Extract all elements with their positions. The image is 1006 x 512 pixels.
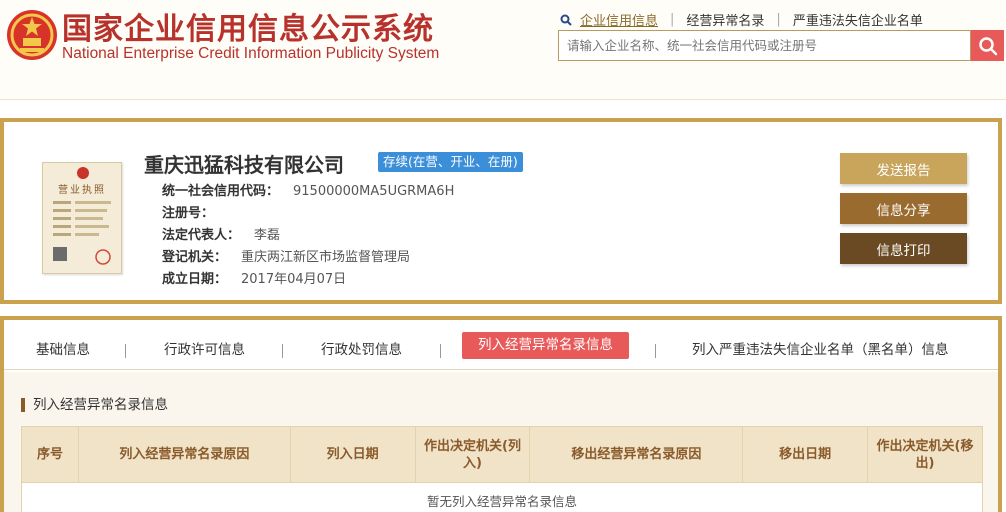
top-nav: 企业信用信息 | 经营异常名录 | 严重违法失信企业名单 xyxy=(560,10,923,29)
column-header: 移出日期 xyxy=(742,426,869,483)
table-header-row: 序号 列入经营异常名录原因 列入日期 作出决定机关(列入) 移出经营异常名录原因… xyxy=(21,426,983,483)
search-button[interactable] xyxy=(971,30,1004,61)
tab-content: 列入经营异常名录信息 序号 列入经营异常名录原因 列入日期 作出决定机关(列入)… xyxy=(4,372,998,512)
tab-serious-violation[interactable]: 列入严重违法失信企业名单（黑名单）信息 xyxy=(692,338,949,358)
establishment-date-row: 成立日期： 2017年04月07日 xyxy=(162,268,346,287)
tab-admin-license[interactable]: 行政许可信息 xyxy=(164,338,245,358)
nav-enterprise-credit[interactable]: 企业信用信息 xyxy=(580,10,658,29)
send-report-button[interactable]: 发送报告 xyxy=(840,153,967,184)
legal-representative-value: 李磊 xyxy=(254,228,281,243)
company-card: 营业执照 重庆迅猛科技有限公司 存续(在营、开业、在册) 统一社会信用代码： 91… xyxy=(0,118,1002,304)
establishment-date-value: 2017年04月07日 xyxy=(241,272,347,287)
column-header: 列入日期 xyxy=(289,426,416,483)
nav-abnormal-list[interactable]: 经营异常名录 xyxy=(686,10,764,29)
nav-blacklist[interactable]: 严重违法失信企业名单 xyxy=(793,10,923,29)
column-header: 作出决定机关(移出) xyxy=(867,426,983,483)
tab-bar: 基础信息 行政许可信息 行政处罚信息 列入经营异常名录信息 列入严重违法失信企业… xyxy=(4,330,998,370)
tab-separator xyxy=(440,344,441,358)
legal-representative-row: 法定代表人： 李磊 xyxy=(162,224,280,243)
section-title: 列入经营异常名录信息 xyxy=(21,398,168,412)
tab-separator xyxy=(125,344,126,358)
empty-table-message: 暂无列入经营异常名录信息 xyxy=(21,482,983,512)
status-badge: 存续(在营、开业、在册) xyxy=(378,152,523,172)
registration-number-row: 注册号： xyxy=(162,202,228,221)
registration-authority-label: 登记机关： xyxy=(162,250,228,265)
legal-representative-label: 法定代表人： xyxy=(162,228,241,243)
abnormal-list-table: 序号 列入经营异常名录原因 列入日期 作出决定机关(列入) 移出经营异常名录原因… xyxy=(21,426,983,512)
credit-code-label: 统一社会信用代码： xyxy=(162,184,280,199)
info-panel: 基础信息 行政许可信息 行政处罚信息 列入经营异常名录信息 列入严重违法失信企业… xyxy=(0,316,1002,512)
nav-separator: | xyxy=(670,12,675,27)
tab-abnormal-operation[interactable]: 列入经营异常名录信息 xyxy=(462,332,629,359)
national-emblem-icon xyxy=(7,10,57,60)
search-box xyxy=(558,30,971,61)
license-text-lines xyxy=(53,201,111,265)
establishment-date-label: 成立日期： xyxy=(162,272,228,287)
column-header: 移出经营异常名录原因 xyxy=(529,426,744,483)
tab-separator xyxy=(282,344,283,358)
site-title: 国家企业信用信息公示系统 xyxy=(62,12,434,47)
column-header: 列入经营异常名录原因 xyxy=(77,426,291,483)
site-subtitle: National Enterprise Credit Information P… xyxy=(62,45,440,62)
column-header: 序号 xyxy=(21,426,79,483)
search-icon xyxy=(978,36,997,55)
business-license-image: 营业执照 xyxy=(42,162,122,274)
table-row: 暂无列入经营异常名录信息 xyxy=(21,482,983,512)
tab-separator xyxy=(655,344,656,358)
site-header: 国家企业信用信息公示系统 National Enterprise Credit … xyxy=(0,0,1006,100)
registration-authority-row: 登记机关： 重庆两江新区市场监督管理局 xyxy=(162,246,410,265)
search-input[interactable] xyxy=(559,31,970,60)
company-name: 重庆迅猛科技有限公司 xyxy=(144,153,344,177)
credit-code-row: 统一社会信用代码： 91500000MA5UGRMA6H xyxy=(162,180,454,199)
share-info-button[interactable]: 信息分享 xyxy=(840,193,967,224)
registration-number-label: 注册号： xyxy=(162,206,215,221)
column-header: 作出决定机关(列入) xyxy=(414,426,531,483)
search-icon xyxy=(560,14,572,26)
nav-separator: | xyxy=(776,12,781,27)
print-info-button[interactable]: 信息打印 xyxy=(840,233,967,264)
tab-basic-info[interactable]: 基础信息 xyxy=(36,338,90,358)
credit-code-value: 91500000MA5UGRMA6H xyxy=(293,184,455,199)
registration-authority-value: 重庆两江新区市场监督管理局 xyxy=(241,250,411,265)
tab-admin-penalty[interactable]: 行政处罚信息 xyxy=(321,338,402,358)
